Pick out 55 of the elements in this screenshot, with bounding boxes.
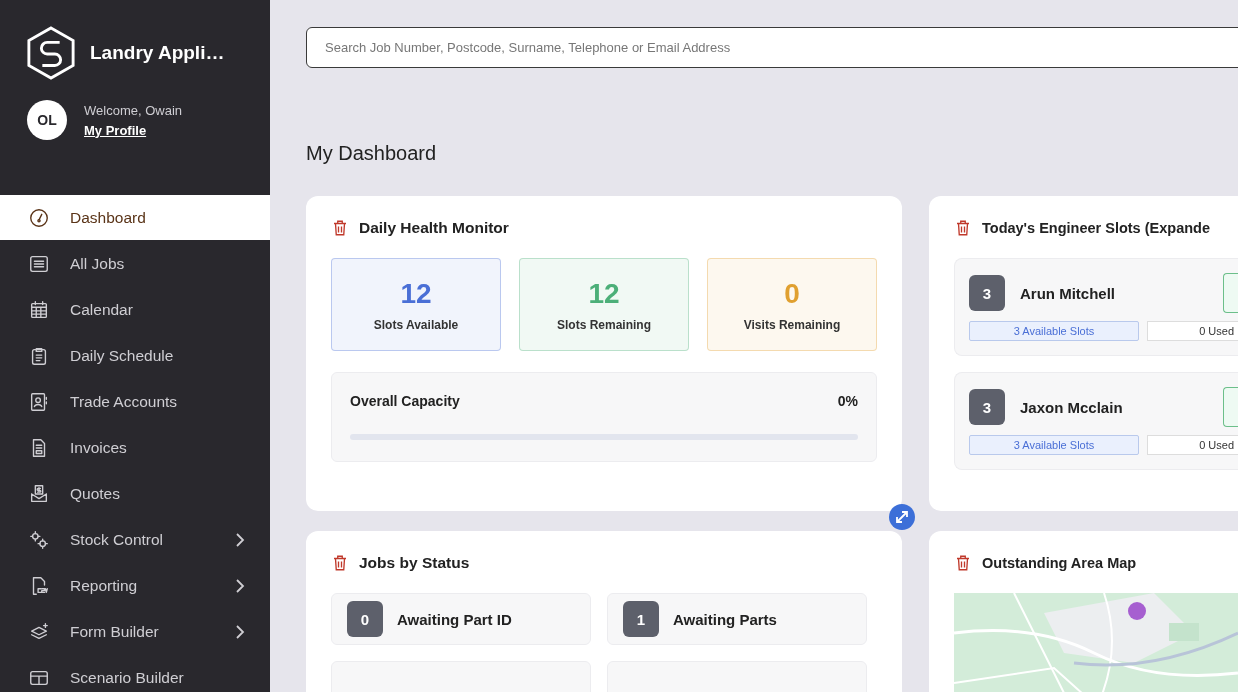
available-slots-tag: 3 Available Slots: [969, 435, 1139, 455]
status-label: Awaiting Parts: [673, 610, 777, 628]
nav-item[interactable]: Trade Accounts: [0, 379, 270, 425]
profile-link[interactable]: My Profile: [84, 122, 182, 138]
nav-item[interactable]: Daily Schedule: [0, 333, 270, 379]
stat-tile: 12 Slots Available: [331, 258, 501, 351]
trash-icon[interactable]: [954, 553, 972, 573]
nav-item[interactable]: Calendar: [0, 287, 270, 333]
capacity-reading: 0%: [837, 393, 858, 409]
card-title: Today's Engineer Slots (Expande: [982, 220, 1210, 236]
status-card[interactable]: 1 Awaiting Parts: [607, 593, 867, 645]
contact-card-icon: [28, 391, 50, 413]
engineer-name: Arun Mitchell: [1020, 284, 1116, 302]
status-count-badge: 1: [623, 601, 659, 637]
nav-item[interactable]: Quotes: [0, 471, 270, 517]
nav-item[interactable]: Form Builder: [0, 609, 270, 655]
dollar-tray-icon: [28, 483, 50, 505]
card-title: Outstanding Area Map: [982, 555, 1137, 571]
avatar[interactable]: OL: [27, 100, 67, 140]
expand-icon[interactable]: [889, 504, 915, 530]
status-card[interactable]: 0 Awaiting Part ID: [331, 593, 591, 645]
nav-item[interactable]: Dashboard: [0, 195, 270, 240]
trash-icon[interactable]: [331, 218, 349, 238]
nav-item[interactable]: Stock Control: [0, 517, 270, 563]
chevron-icon: [235, 624, 245, 640]
stat-tile: 12 Slots Remaining: [519, 258, 689, 351]
gears-icon: [28, 529, 50, 551]
app-name: Landry Appli…: [90, 42, 225, 64]
nav-item[interactable]: All Jobs: [0, 241, 270, 287]
slot-count-badge: 3: [969, 275, 1005, 311]
nav-item[interactable]: Reporting: [0, 563, 270, 609]
available-slots-tag: 3 Available Slots: [969, 321, 1139, 341]
slot-count-badge: 3: [969, 389, 1005, 425]
page-title: My Dashboard: [306, 142, 438, 166]
list-icon: [28, 253, 50, 275]
engineer-name: Jaxon Mcclain: [1020, 398, 1124, 416]
status-label: Awaiting Part ID: [397, 610, 512, 628]
used-slots-tag: 0 Used: [1147, 321, 1238, 341]
card-title: Daily Health Monitor: [359, 219, 509, 237]
used-slots-tag: 0 Used: [1147, 435, 1238, 455]
logo-icon: [26, 26, 76, 80]
calendar-icon: [28, 299, 50, 321]
capacity-label: Overall Capacity: [350, 393, 460, 409]
card-title: Jobs by Status: [359, 554, 470, 572]
stat-tile: 0 Visits Remaining: [707, 258, 877, 351]
search-field[interactable]: Search Job Number, Postcode, Surname, Telephone or Email Address: [306, 27, 1238, 68]
status-count-badge: 0: [347, 601, 383, 637]
chevron-icon: [235, 578, 245, 594]
trash-icon[interactable]: [331, 553, 349, 573]
nav-item[interactable]: Invoices: [0, 425, 270, 471]
welcome-text: Welcome, Owain: [84, 102, 182, 118]
chevron-icon: [235, 532, 245, 548]
nav-item[interactable]: Scenario Builder: [0, 655, 270, 692]
trash-icon[interactable]: [954, 218, 972, 238]
gauge-icon: [28, 206, 50, 229]
